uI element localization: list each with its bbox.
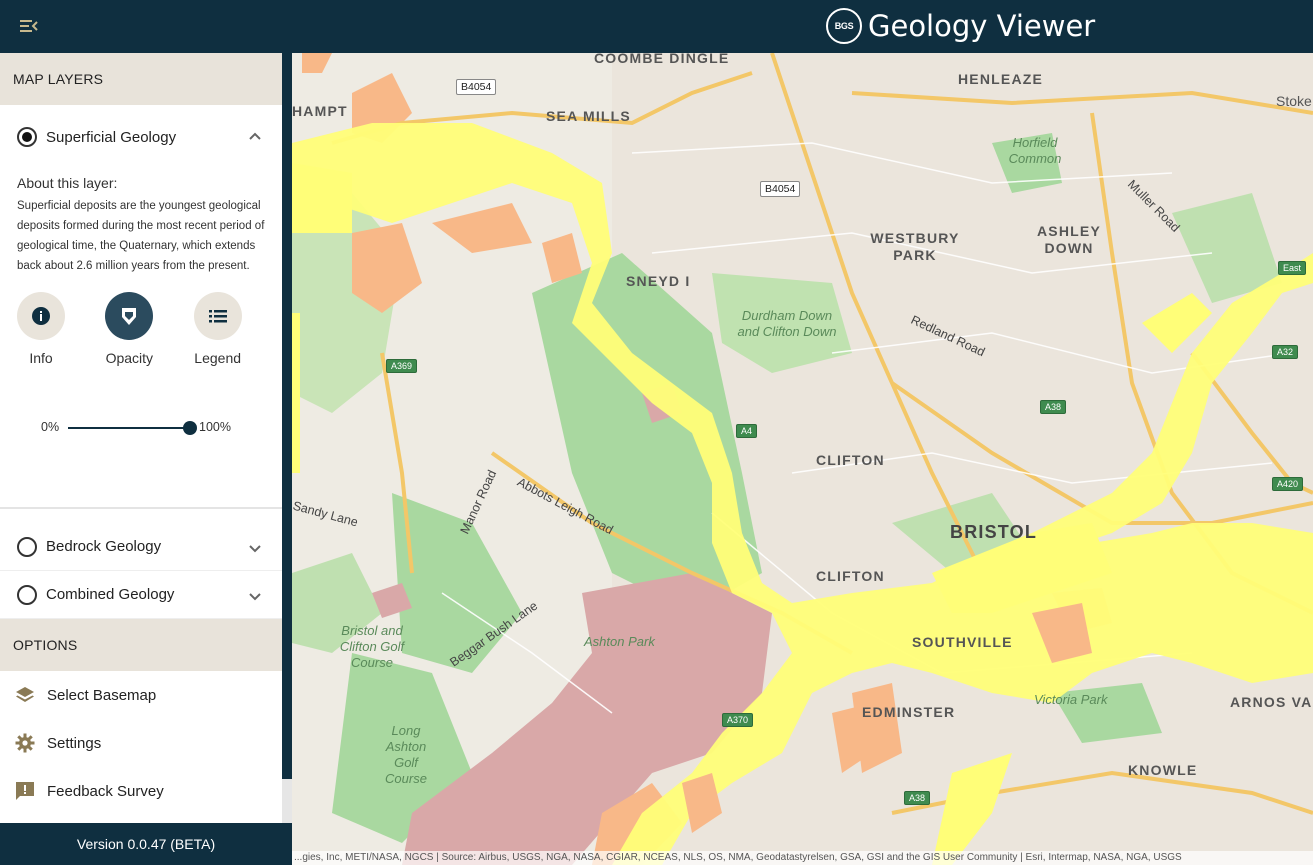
layer-combined-geology[interactable]: Combined Geology: [0, 571, 282, 619]
sidebar: MAP LAYERS Superficial Geology About thi…: [0, 53, 292, 865]
tool-legend[interactable]: Legend: [193, 292, 282, 366]
map-layers-heading: MAP LAYERS: [0, 53, 282, 105]
sidebar-toggle-icon[interactable]: [18, 16, 40, 36]
place-label-sea-mills: SEA MILLS: [546, 108, 631, 124]
layers-icon: [15, 685, 35, 705]
brand: BGS Geology Viewer: [826, 8, 1095, 44]
sidebar-scrollbar[interactable]: [282, 53, 292, 823]
info-button[interactable]: [17, 292, 65, 340]
road-shield-a369: A369: [386, 359, 418, 373]
tool-opacity[interactable]: Opacity: [105, 292, 193, 366]
option-label: Settings: [47, 734, 102, 752]
opacity-icon: [122, 308, 137, 325]
feedback-icon: [15, 781, 35, 801]
park-label-ashton-park: Ashton Park: [584, 634, 655, 649]
sidebar-content: MAP LAYERS Superficial Geology About thi…: [0, 53, 282, 823]
place-label-arnos-vale: ARNOS VA: [1230, 694, 1313, 710]
layer-label: Superficial Geology: [46, 128, 177, 146]
tool-info[interactable]: Info: [17, 292, 105, 366]
park-label-horfield-common: Horfield Common: [1008, 135, 1062, 166]
info-icon: [32, 307, 50, 325]
legend-button[interactable]: [193, 292, 242, 340]
radio-combined-geology[interactable]: [17, 584, 37, 605]
road-shield-a38-2: A38: [904, 791, 931, 805]
app-header: BGS Geology Viewer: [0, 0, 1313, 53]
place-label-henleaze: HENLEAZE: [958, 71, 1044, 87]
chevron-up-icon[interactable]: [248, 129, 262, 143]
place-label-ashley-down: ASHLEY DOWN: [1037, 223, 1101, 256]
road-shield-a32: A32: [1272, 345, 1299, 359]
slider-max-label: 100%: [199, 420, 231, 434]
about-layer: About this layer: Superficial deposits a…: [0, 175, 282, 276]
road-shield-b4054-2: B4054: [760, 181, 801, 197]
about-title: About this layer:: [17, 175, 118, 191]
options-heading: OPTIONS: [0, 619, 282, 671]
chevron-down-icon[interactable]: [248, 589, 262, 603]
option-select-basemap[interactable]: Select Basemap: [0, 671, 282, 719]
place-label-southville: SOUTHVILLE: [912, 634, 1013, 650]
tool-label: Info: [29, 350, 53, 366]
place-label-bristol: BRISTOL: [950, 522, 1038, 542]
place-label-coombe-dingle: COOMBE DINGLE: [594, 53, 730, 66]
option-feedback-survey[interactable]: Feedback Survey: [0, 767, 282, 815]
road-shield-east: East: [1278, 261, 1307, 275]
map-canvas[interactable]: [292, 53, 1313, 865]
park-label-long-ashton-golf: Long Ashton Golf Course: [385, 723, 427, 786]
map-view[interactable]: COOMBE DINGLE HENLEAZE SEA MILLS WESTBUR…: [292, 53, 1313, 865]
tool-label: Legend: [194, 350, 242, 366]
option-label: Feedback Survey: [47, 782, 164, 800]
place-label-knowle: KNOWLE: [1128, 762, 1198, 778]
place-label-hampton: HAMPT: [292, 103, 348, 119]
place-label-clifton-2: CLIFTON: [816, 568, 885, 584]
road-shield-a420: A420: [1272, 477, 1304, 491]
place-label-sneyd: SNEYD I: [626, 273, 691, 289]
layer-superficial-geology[interactable]: Superficial Geology: [0, 105, 282, 169]
bgs-logo: BGS: [826, 8, 862, 44]
place-label-clifton: CLIFTON: [816, 452, 885, 468]
radio-superficial-geology[interactable]: [17, 127, 37, 147]
divider: [0, 454, 282, 509]
place-label-bedminster: EDMINSTER: [862, 704, 956, 720]
radio-bedrock-geology[interactable]: [17, 536, 37, 557]
chevron-down-icon[interactable]: [248, 541, 262, 555]
place-label-westbury-park: WESTBURY PARK: [870, 230, 960, 263]
layer-bedrock-geology[interactable]: Bedrock Geology: [0, 523, 282, 571]
option-settings[interactable]: Settings: [0, 719, 282, 767]
about-text: Superficial deposits are the youngest ge…: [17, 200, 265, 272]
app-title: Geology Viewer: [868, 9, 1096, 43]
layer-label: Combined Geology: [46, 586, 175, 603]
road-shield-a370: A370: [722, 713, 754, 727]
option-label: Select Basemap: [47, 686, 157, 704]
version-label: Version 0.0.47 (BETA): [0, 823, 292, 865]
legend-icon: [208, 310, 227, 323]
gear-icon: [15, 733, 35, 753]
opacity-button[interactable]: [105, 292, 154, 340]
layer-label: Bedrock Geology: [46, 538, 162, 555]
place-label-stoke: Stoke: [1276, 93, 1312, 109]
park-label-victoria-park: Victoria Park: [1034, 692, 1108, 707]
road-shield-b4054: B4054: [456, 79, 497, 95]
slider-min-label: 0%: [41, 420, 60, 434]
road-shield-a4: A4: [736, 424, 758, 438]
park-label-golf-course: Bristol and Clifton Golf Course: [339, 623, 405, 670]
opacity-slider[interactable]: 0% 100%: [0, 414, 282, 454]
layer-tools: Info Opacity Legend: [0, 292, 282, 366]
scrollbar-thumb[interactable]: [282, 53, 292, 779]
slider-thumb[interactable]: [183, 421, 197, 435]
road-shield-a38: A38: [1040, 400, 1067, 414]
tool-label: Opacity: [105, 350, 154, 366]
park-label-durdham-down: Durdham Down and Clifton Down: [737, 308, 837, 339]
map-attribution: ...gies, Inc, METI/NASA, NGCS | Source: …: [292, 851, 1313, 865]
slider-track[interactable]: [68, 427, 190, 429]
